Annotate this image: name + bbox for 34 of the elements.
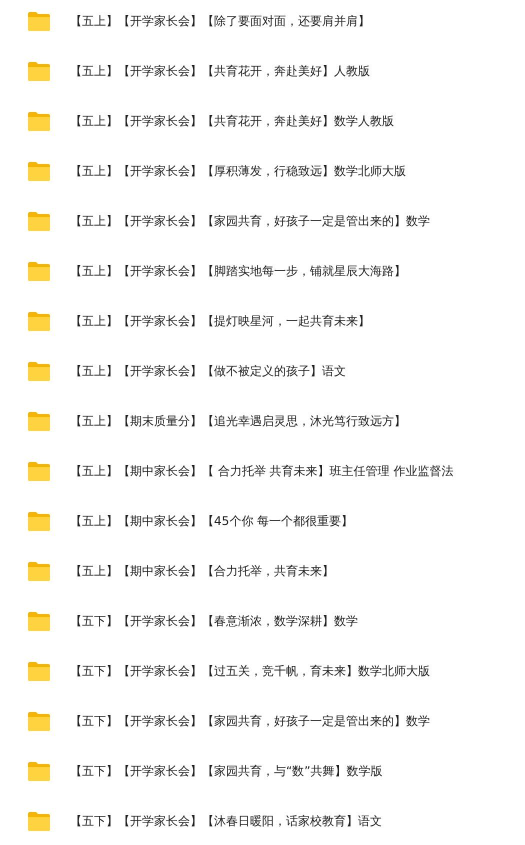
- folder-name[interactable]: 【五上】【开学家长会】【共育花开，奔赴美好】数学人教版: [70, 112, 394, 130]
- folder-icon: [27, 260, 51, 282]
- folder-icon: [27, 560, 51, 582]
- folder-icon: [27, 660, 51, 682]
- folder-icon: [27, 10, 51, 32]
- folder-name[interactable]: 【五下】【开学家长会】【家园共育，好孩子一定是管出来的】数学: [70, 712, 430, 730]
- folder-name[interactable]: 【五上】【开学家长会】【共育花开，奔赴美好】人教版: [70, 62, 370, 80]
- folder-icon: [27, 60, 51, 82]
- folder-name[interactable]: 【五上】【开学家长会】【脚踏实地每一步，铺就星辰大海路】: [70, 262, 406, 280]
- folder-icon: [27, 460, 51, 482]
- folder-name[interactable]: 【五上】【期中家长会】【合力托举，共育未来】: [70, 562, 334, 580]
- folder-name[interactable]: 【五下】【开学家长会】【沐春日暖阳，话家校教育】语文: [70, 812, 382, 830]
- folder-name[interactable]: 【五下】【开学家长会】【过五关，竞千帆，育未来】数学北师大版: [70, 662, 430, 680]
- folder-name[interactable]: 【五下】【开学家长会】【家园共育，与“数”共舞】数学版: [70, 762, 382, 780]
- folder-name[interactable]: 【五上】【期末质量分】【追光幸遇启灵思，沐光笃行致远方】: [70, 412, 406, 430]
- folder-icon: [27, 760, 51, 782]
- folder-icon: [27, 610, 51, 632]
- folder-name[interactable]: 【五上】【开学家长会】【提灯映星河，一起共育未来】: [70, 312, 370, 330]
- folder-icon: [27, 510, 51, 532]
- folder-name[interactable]: 【五上】【期中家长会】【 合力托举 共育未来】班主任管理 作业监督法: [70, 462, 454, 480]
- folder-icon: [27, 810, 51, 832]
- folder-icon: [27, 110, 51, 132]
- folder-name[interactable]: 【五下】【开学家长会】【春意渐浓，数学深耕】数学: [70, 612, 358, 630]
- folder-icon: [27, 710, 51, 732]
- folder-name[interactable]: 【五上】【期中家长会】【45个你 每一个都很重要】: [70, 512, 354, 530]
- folder-name[interactable]: 【五上】【开学家长会】【做不被定义的孩子】语文: [70, 362, 346, 380]
- folder-icon: [27, 160, 51, 182]
- folder-name[interactable]: 【五上】【开学家长会】【除了要面对面，还要肩并肩】: [70, 12, 370, 30]
- folder-name[interactable]: 【五上】【开学家长会】【家园共育，好孩子一定是管出来的】数学: [70, 212, 430, 230]
- folder-icon: [27, 360, 51, 382]
- folder-icon: [27, 310, 51, 332]
- folder-name[interactable]: 【五上】【开学家长会】【厚积薄发，行稳致远】数学北师大版: [70, 162, 406, 180]
- folder-icon: [27, 210, 51, 232]
- folder-icon: [27, 410, 51, 432]
